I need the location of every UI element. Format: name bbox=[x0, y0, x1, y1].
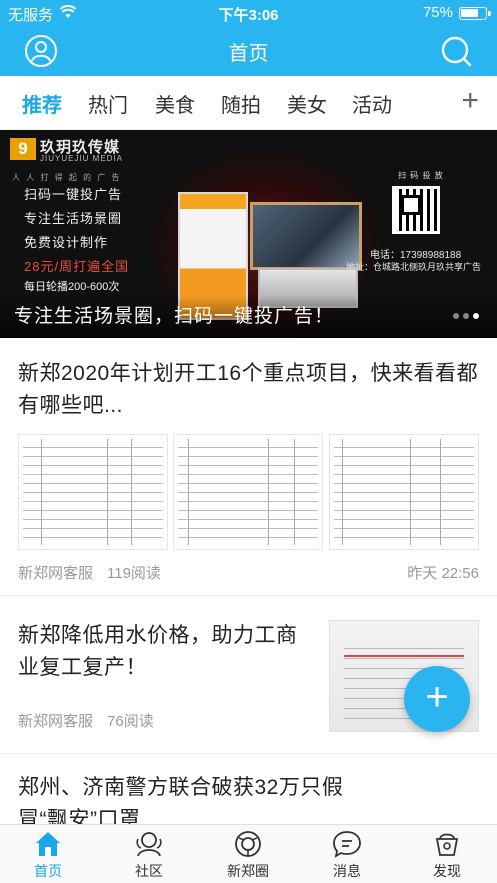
status-bar: 无服务 下午3:06 75% bbox=[0, 0, 497, 26]
banner-feature: 扫码一键投广告 bbox=[24, 187, 123, 202]
article-card[interactable]: 新郑2020年计划开工16个重点项目，快来看看都有哪些吧... 新郑网客服 119… bbox=[0, 338, 497, 596]
tabbar-label: 新郑圈 bbox=[227, 863, 269, 879]
banner-feature: 免费设计制作 bbox=[24, 235, 109, 250]
banner-feature: 28元/周打遍全国 bbox=[24, 259, 130, 274]
article-thumbnail[interactable] bbox=[173, 434, 323, 550]
carousel-dot[interactable] bbox=[453, 313, 459, 319]
tabbar-item-community[interactable]: 社区 bbox=[109, 829, 189, 881]
article-title[interactable]: 新郑降低用水价格，助力工商业复工复产！ bbox=[18, 620, 318, 684]
battery-percent: 75% bbox=[422, 4, 453, 21]
category-tabs: 推荐 热门 美食 随拍 美女 活动 + bbox=[0, 76, 497, 130]
tab-snapshot[interactable]: 随拍 bbox=[221, 89, 261, 118]
tabbar-item-messages[interactable]: 消息 bbox=[307, 829, 387, 881]
banner-address: 地址：仓城路北侧玖月玖共享广告 bbox=[346, 262, 482, 272]
article-thumbnails bbox=[18, 434, 479, 550]
article-source: 新郑网客服 bbox=[18, 565, 94, 582]
qr-label: 扫 码 投 放 bbox=[398, 171, 444, 180]
article-reads: 119阅读 bbox=[107, 565, 161, 582]
nav-bar: 首页 bbox=[0, 26, 497, 76]
tabbar-label: 首页 bbox=[34, 863, 62, 879]
carousel-dot-active[interactable] bbox=[473, 313, 479, 319]
article-source: 新郑网客服 bbox=[18, 713, 94, 730]
bottom-tab-bar: 首页 社区 新郑圈 消息 发现 bbox=[0, 824, 497, 883]
circle-icon bbox=[235, 831, 261, 857]
tabbar-item-circle[interactable]: 新郑圈 bbox=[208, 829, 288, 881]
tabbar-label: 社区 bbox=[135, 863, 163, 879]
tabbar-item-discover[interactable]: 发现 bbox=[407, 829, 487, 881]
article-meta: 新郑网客服 76阅读 bbox=[18, 710, 154, 731]
brand-logo: 9 bbox=[10, 138, 36, 160]
tab-food[interactable]: 美食 bbox=[155, 89, 195, 118]
article-time: 昨天 22:56 bbox=[407, 565, 479, 582]
community-icon bbox=[136, 832, 162, 857]
home-icon bbox=[36, 832, 60, 856]
banner-carousel[interactable]: 9 玖玥玖传媒 JIUYUEJIU MEDIA 人 人 打 得 起 的 广 告 … bbox=[0, 130, 497, 338]
qr-code-image bbox=[392, 186, 440, 234]
brand-slogan: 人 人 打 得 起 的 广 告 bbox=[12, 173, 122, 182]
article-title[interactable]: 新郑2020年计划开工16个重点项目，快来看看都有哪些吧... bbox=[18, 358, 479, 422]
article-reads: 76阅读 bbox=[107, 713, 154, 730]
banner-feature: 每日轮播200-600次 bbox=[24, 281, 120, 293]
compose-button[interactable]: + bbox=[404, 666, 470, 732]
search-icon[interactable] bbox=[439, 34, 473, 68]
page-title: 首页 bbox=[228, 43, 269, 65]
banner-caption: 专注生活场景圈，扫码一键投广告！ bbox=[14, 306, 335, 327]
carousel-indicator bbox=[449, 306, 479, 324]
article-card[interactable]: 郑州、济南警方联合破获32万只假冒“飘安”口罩 bbox=[0, 770, 497, 824]
banner-phone: 电话：17398988188 bbox=[370, 250, 462, 261]
brand-name-en: JIUYUEJIU MEDIA bbox=[40, 154, 124, 163]
carousel-dot[interactable] bbox=[463, 313, 469, 319]
article-thumbnail[interactable] bbox=[329, 434, 479, 550]
article-meta: 新郑网客服 119阅读 bbox=[18, 562, 161, 583]
article-title[interactable]: 郑州、济南警方联合破获32万只假冒“飘安”口罩 bbox=[18, 772, 378, 824]
tabbar-label: 消息 bbox=[333, 863, 361, 879]
tab-recommend[interactable]: 推荐 bbox=[22, 89, 62, 118]
tabbar-item-home[interactable]: 首页 bbox=[8, 829, 88, 881]
article-thumbnail[interactable] bbox=[18, 434, 168, 550]
tab-hot[interactable]: 热门 bbox=[88, 89, 128, 118]
message-icon bbox=[333, 831, 361, 858]
tab-activity[interactable]: 活动 bbox=[352, 89, 392, 118]
add-tab-icon[interactable]: + bbox=[461, 84, 479, 118]
banner-feature: 专注生活场景圈 bbox=[24, 211, 123, 226]
tabbar-label: 发现 bbox=[433, 863, 461, 879]
tab-beauty[interactable]: 美女 bbox=[287, 89, 327, 118]
discover-icon bbox=[435, 833, 459, 856]
battery-icon bbox=[459, 7, 491, 20]
